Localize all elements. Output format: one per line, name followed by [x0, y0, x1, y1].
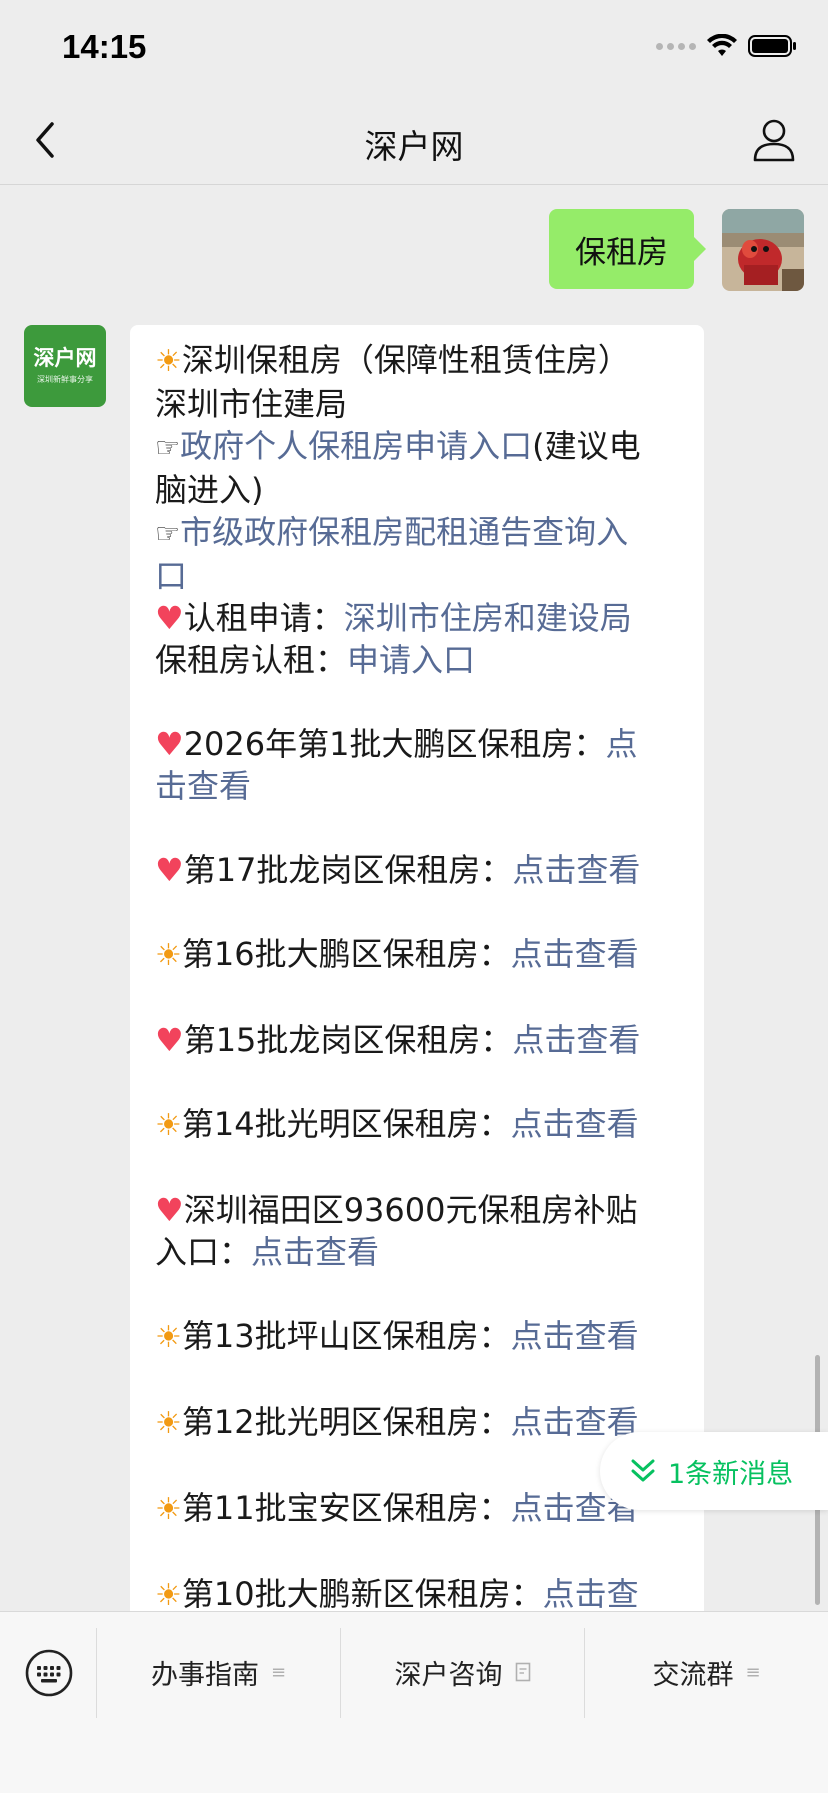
- view-link[interactable]: 点击查看: [512, 1021, 640, 1059]
- sun-emoji-icon: ☀: [155, 1406, 182, 1441]
- user-avatar-image: [722, 209, 804, 291]
- status-time: 14:15: [62, 28, 147, 65]
- official-account-avatar[interactable]: 深户网 深圳新鲜事分享: [24, 325, 106, 407]
- menu-item-guide[interactable]: 办事指南 ≡: [97, 1640, 340, 1704]
- message-text: 第14批光明区保租房：: [181, 1105, 511, 1143]
- menu-item-group[interactable]: 交流群 ≡: [585, 1640, 828, 1704]
- view-link[interactable]: 点击查看: [511, 1317, 639, 1355]
- page-title: 深户网: [364, 127, 464, 166]
- pointing-hand-icon: ☞: [155, 431, 181, 464]
- message-text: 第17批龙岗区保租房：: [183, 851, 513, 889]
- nav-bar: 深户网: [0, 96, 828, 185]
- cellular-signal-icon: [656, 42, 696, 50]
- sent-message-text: 保租房: [575, 234, 668, 271]
- view-link[interactable]: 点击查: [543, 1575, 639, 1611]
- sun-emoji-icon: ☀: [155, 1108, 182, 1143]
- menu-lines-icon: ≡: [270, 1661, 287, 1683]
- menu-item-label: 办事指南: [150, 1659, 259, 1691]
- sun-emoji-icon: ☀: [155, 1492, 182, 1527]
- notice-query-link[interactable]: 市级政府保租房配租通告查询入: [180, 513, 628, 551]
- view-link[interactable]: 点击查看: [511, 1105, 639, 1143]
- message-text: 第15批龙岗区保租房：: [183, 1021, 513, 1059]
- avatar-logo-text: 深户网: [33, 345, 97, 370]
- battery-icon: [748, 35, 796, 57]
- heart-emoji-icon: ♥: [155, 851, 184, 889]
- menu-item-label: 深户咨询: [394, 1659, 503, 1691]
- status-bar: 14:15: [0, 0, 828, 96]
- message-text: 深圳保租房（保障性租赁住房）: [181, 341, 630, 379]
- received-message-bubble: ☀深圳保租房（保障性租赁住房） 深圳市住建局 ☞政府个人保租房申请入口(建议电 …: [130, 325, 704, 1611]
- view-link[interactable]: 点: [606, 725, 638, 763]
- document-icon: [515, 1662, 530, 1682]
- message-text: 第13批坪山区保租房：: [181, 1317, 511, 1355]
- status-indicators: [656, 34, 798, 58]
- message-text: 第10批大鹏新区保租房：: [181, 1575, 543, 1611]
- message-text: 2026年第1批大鹏区保租房：: [183, 725, 606, 763]
- housing-bureau-link[interactable]: 深圳市住房和建设局: [344, 599, 632, 637]
- chat-area[interactable]: 保租房 深户网 深圳新鲜事分享 ☀深圳保租房（保障性租赁住房） 深圳市住建局 ☞…: [0, 185, 828, 1611]
- new-message-button[interactable]: 1条新消息: [600, 1432, 828, 1510]
- menu-lines-icon: ≡: [745, 1661, 761, 1683]
- sun-emoji-icon: ☀: [155, 1320, 182, 1355]
- view-link[interactable]: 点击查看: [251, 1233, 379, 1271]
- view-link[interactable]: 点击查看: [512, 851, 640, 889]
- message-text: 深圳福田区93600元保租房补贴: [183, 1191, 638, 1229]
- sent-message-bubble[interactable]: 保租房: [549, 209, 706, 289]
- message-text: (建议电: [532, 427, 641, 465]
- avatar-logo-subtext: 深圳新鲜事分享: [37, 375, 93, 385]
- sun-emoji-icon: ☀: [155, 938, 182, 973]
- view-link[interactable]: 点击查看: [511, 1403, 639, 1441]
- message-text: 第16批大鹏区保租房：: [181, 935, 511, 973]
- menu-item-consult[interactable]: 深户咨询: [341, 1640, 584, 1704]
- sun-emoji-icon: ☀: [155, 1578, 182, 1611]
- heart-emoji-icon: ♥: [155, 599, 184, 637]
- user-avatar[interactable]: [722, 209, 804, 291]
- wifi-icon: [707, 34, 737, 56]
- pointing-hand-icon: ☞: [155, 517, 181, 550]
- heart-emoji-icon: ♥: [155, 1191, 184, 1229]
- heart-emoji-icon: ♥: [155, 1021, 184, 1059]
- double-chevron-down-icon: [631, 1459, 655, 1482]
- gov-application-link[interactable]: 政府个人保租房申请入口: [180, 427, 532, 465]
- message-text: 入口：: [155, 1233, 252, 1271]
- message-text: 深圳市住建局: [155, 385, 348, 423]
- heart-emoji-icon: ♥: [155, 725, 184, 763]
- view-link[interactable]: 击查看: [155, 767, 251, 805]
- message-text: 认租申请：: [183, 599, 344, 637]
- view-link[interactable]: 点击查看: [511, 935, 639, 973]
- message-text: 第12批光明区保租房：: [181, 1403, 511, 1441]
- profile-icon[interactable]: [750, 116, 798, 164]
- apply-entry-link[interactable]: 申请入口: [347, 641, 475, 679]
- keyboard-icon[interactable]: [24, 1648, 74, 1698]
- notice-query-link-cont[interactable]: 口: [155, 557, 187, 595]
- message-text: 脑进入): [155, 471, 264, 509]
- sun-emoji-icon: ☀: [155, 344, 182, 379]
- message-text: 保租房认租：: [155, 641, 348, 679]
- bottom-menu-bar: 办事指南 ≡ 深户咨询 交流群 ≡: [0, 1611, 828, 1793]
- message-text: 第11批宝安区保租房：: [181, 1489, 511, 1527]
- menu-item-label: 交流群: [652, 1659, 734, 1691]
- new-message-label: 1条新消息: [668, 1458, 794, 1490]
